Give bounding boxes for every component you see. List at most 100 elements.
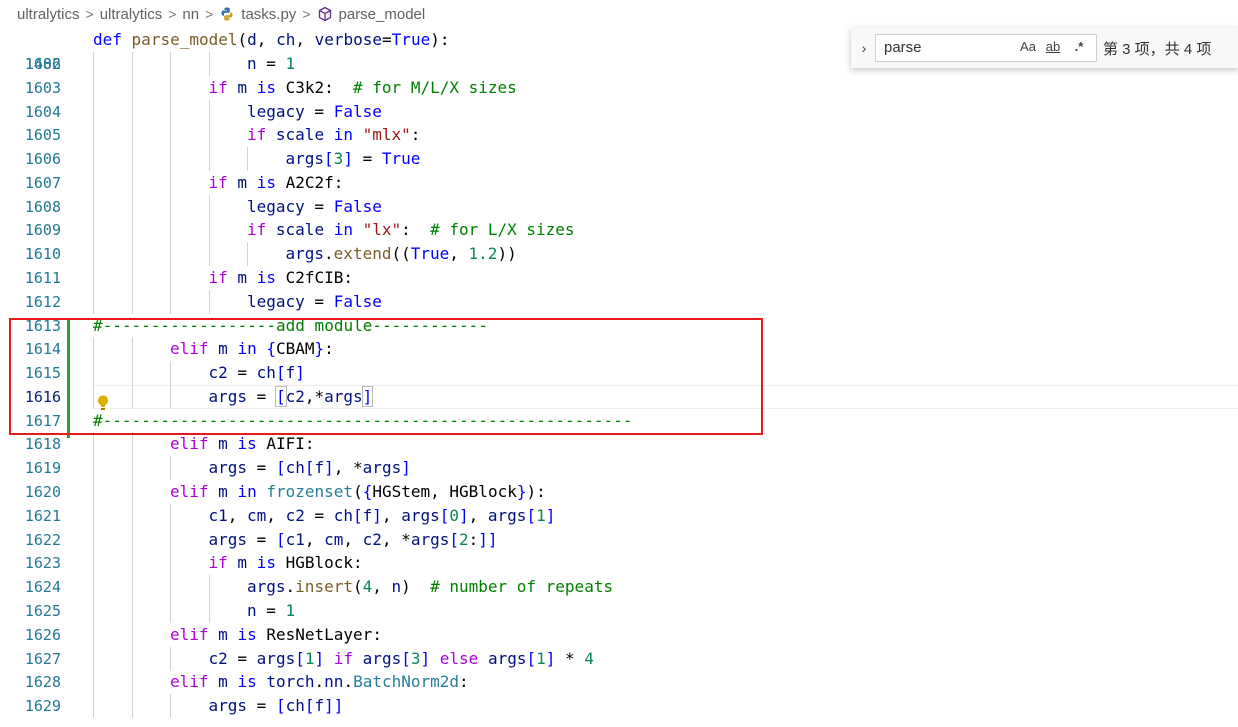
code-line[interactable]: 1621 c1, cm, c2 = ch[f], args[0], args[1] [0,503,1238,528]
indent-guide [93,527,94,552]
code-text: c1, cm, c2 = ch[f], args[0], args[1] [208,505,556,525]
code-line[interactable]: 1608 legacy = False [0,194,1238,219]
code-line[interactable]: 1605 if scale in "mlx": [0,123,1238,148]
line-number: 1623 [24,554,61,573]
indent-guide [247,242,248,267]
chevron-right-icon: > [205,6,214,22]
code-line[interactable]: 1623 if m is HGBlock: [0,551,1238,576]
line-number: 1611 [24,269,61,288]
indent-guide [208,99,210,124]
breadcrumb-item-ultralytics-pkg[interactable]: ultralytics [100,6,163,23]
code-text: legacy = False [247,291,382,311]
code-line[interactable]: 1614 elif m in {CBAM}: [0,337,1238,362]
indent-guide [93,123,94,148]
code-line[interactable]: 1627 c2 = args[1] if args[3] else args[1]… [0,646,1238,671]
indent-guide [170,694,171,719]
indent-guide [208,52,210,76]
line-number: 1603 [24,78,61,97]
indent-guide [131,218,133,243]
indent-guide [93,147,94,172]
code-line[interactable]: 1625 n = 1 [0,598,1238,623]
breadcrumb-item-tasks-py[interactable]: tasks.py [219,6,296,23]
code-line[interactable]: 1616 args = [c2,*args] [0,384,1238,409]
code-line[interactable]: 1607 if m is A2C2f: [0,170,1238,195]
line-number: 1613 [24,316,61,335]
line-number: 1610 [24,245,61,264]
git-added-lines-marker[interactable] [67,319,70,438]
line-number: 1616 [24,387,61,406]
breadcrumb-item-ultralytics-root[interactable]: ultralytics [17,6,80,23]
indent-guide [131,432,133,457]
indent-guide [131,289,133,314]
indent-guide [170,242,171,267]
code-line[interactable]: 1603 if m is C3k2: # for M/L/X sizes [0,75,1238,100]
code-text: args = [c2,*args] [208,385,374,407]
code-line[interactable]: 1618 elif m is AIFI: [0,432,1238,457]
code-text: elif m is AIFI: [170,434,315,454]
code-text: #------------------add module-----------… [93,315,488,335]
code-line[interactable]: 1609 if scale in "lx": # for L/X sizes [0,218,1238,243]
use-regex-button[interactable]: .* [1067,36,1091,58]
indent-guide [208,218,210,243]
toggle-replace-chevron-icon[interactable]: › [857,38,871,58]
indent-guide [131,622,133,647]
indent-guide [93,646,94,671]
chevron-right-icon: > [168,6,177,22]
indent-guide [208,123,210,148]
chevron-right-icon: > [85,6,94,22]
line-number: 1629 [24,697,61,716]
code-line[interactable]: 1612 legacy = False [0,289,1238,314]
indent-guide [131,384,133,409]
indent-guide [131,694,133,719]
code-line[interactable]: 1619 args = [ch[f], *args] [0,456,1238,481]
indent-guide [131,99,133,124]
indent-guide [131,551,133,576]
indent-guide [93,575,94,600]
indent-guide [170,75,171,100]
code-text: args = [c1, cm, c2, *args[2:]] [208,529,498,549]
indent-guide [131,646,133,671]
indent-guide [131,598,133,623]
code-line[interactable]: 1620 elif m in frozenset({HGStem, HGBlock… [0,480,1238,505]
code-line[interactable]: 1624 args.insert(4, n) # number of repeat… [0,575,1238,600]
line-number: 1605 [24,126,61,145]
code-line[interactable]: 1615 c2 = ch[f] [0,361,1238,386]
indent-guide [131,456,133,481]
match-case-button[interactable]: Aa [1017,36,1039,58]
code-line[interactable]: 1629 args = [ch[f]] [0,694,1238,719]
code-line[interactable]: 1610 args.extend((True, 1.2)) [0,242,1238,267]
code-line[interactable]: 1622 args = [c1, cm, c2, *args[2:]] [0,527,1238,552]
indent-guide [208,575,210,600]
code-line[interactable]: 1628 elif m is torch.nn.BatchNorm2d: [0,670,1238,695]
breadcrumb-item-parse-model[interactable]: parse_model [317,6,425,23]
code-text: n = 1 [247,54,296,73]
code-line[interactable]: 1611 if m is C2fCIB: [0,266,1238,291]
line-number: 1617 [24,411,61,430]
code-text: args.insert(4, n) # number of repeats [247,577,614,597]
line-number: 1607 [24,173,61,192]
match-whole-word-button[interactable]: ab [1041,36,1065,58]
indent-guide [131,361,133,386]
code-text: legacy = False [247,101,382,121]
code-line[interactable]: 1617 #-----------------------------------… [0,409,1238,433]
code-editor[interactable]: 1486 def parse_model(d, ch, verbose=True… [0,28,1238,727]
indent-guide [93,598,94,623]
indent-guide [93,456,94,481]
code-text: if scale in "mlx": [247,125,421,145]
code-text: args[3] = True [285,149,421,169]
lightbulb-icon[interactable] [95,394,111,412]
code-text: args = [ch[f], *args] [208,458,411,478]
code-line[interactable]: 1604 legacy = False [0,99,1238,124]
breadcrumb-label-tasks-py: tasks.py [241,5,297,23]
code-text: elif m is torch.nn.BatchNorm2d: [170,672,469,692]
line-number: 1619 [24,459,61,478]
line-number: 1625 [24,601,61,620]
code-text: if scale in "lx": # for L/X sizes [247,220,575,240]
code-line[interactable]: 1613 #------------------add module-------… [0,314,1238,338]
indent-guide [170,646,171,671]
breadcrumb-item-nn[interactable]: nn [182,6,199,23]
indent-guide [131,242,133,267]
indent-guide [208,194,210,219]
code-line[interactable]: 1626 elif m is ResNetLayer: [0,622,1238,647]
code-line[interactable]: 1606 args[3] = True [0,147,1238,172]
